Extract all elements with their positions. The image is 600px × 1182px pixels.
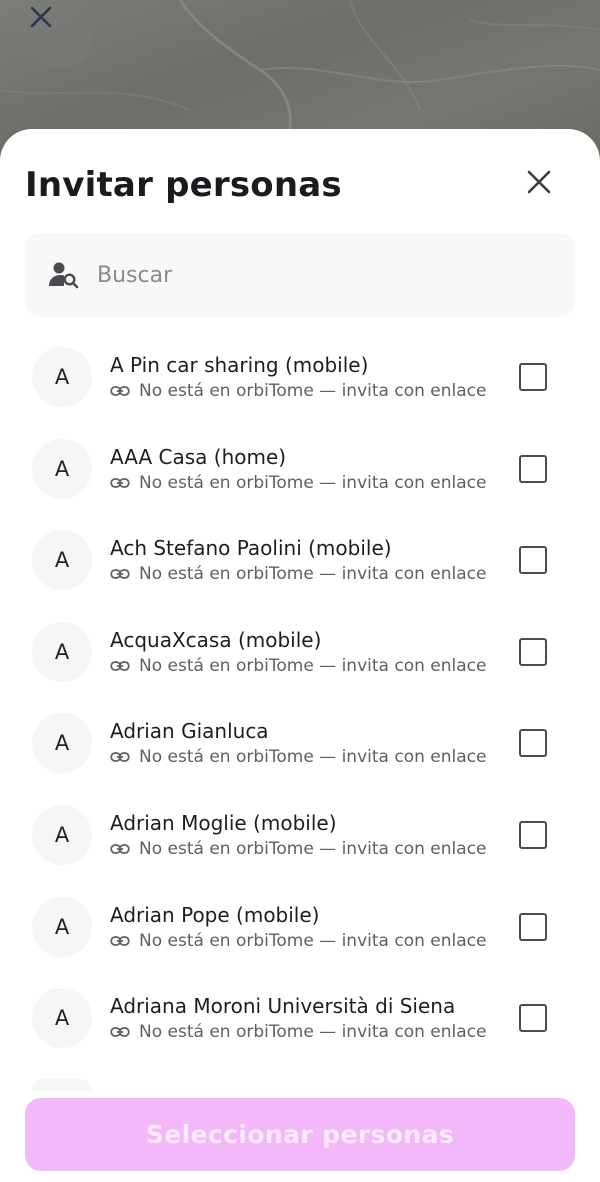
contact-name: Ach Stefano Paolini (mobile)	[110, 536, 392, 561]
link-icon	[110, 750, 130, 764]
select-people-button[interactable]: Seleccionar personas	[25, 1098, 575, 1171]
contact-row[interactable]: A Adrian Pope (mobile) No está en orbiTo…	[0, 879, 600, 971]
contact-checkbox[interactable]	[519, 729, 547, 758]
contact-status-text: No está en orbiTome — invita con enlace	[139, 838, 487, 859]
link-icon	[110, 476, 130, 490]
avatar: A	[32, 896, 92, 957]
avatar: A	[32, 530, 92, 591]
search-input[interactable]	[97, 262, 537, 288]
contact-list: A A Pin car sharing (mobile) No está en …	[0, 329, 600, 1062]
contact-status-text: No está en orbiTome — invita con enlace	[139, 930, 487, 951]
link-icon	[110, 659, 130, 673]
contact-name: Adriana Moroni Università di Siena	[110, 994, 456, 1019]
avatar: A	[32, 347, 92, 407]
contact-checkbox[interactable]	[519, 363, 547, 391]
contact-checkbox[interactable]	[519, 637, 547, 666]
map-close-button[interactable]	[30, 6, 92, 68]
link-icon	[110, 842, 130, 856]
contact-status-text: No está en orbiTome — invita con enlace	[139, 472, 487, 493]
contact-row[interactable]: A Adrian Moglie (mobile) No está en orbi…	[0, 787, 600, 879]
contact-row[interactable]: A AAA Casa (home) No está en orbiTome — …	[0, 421, 600, 513]
contact-checkbox[interactable]	[519, 546, 547, 575]
contact-row[interactable]: A Adrian Gianluca No está en orbiTome — …	[0, 695, 600, 787]
avatar	[32, 1079, 92, 1091]
contact-status-text: No está en orbiTome — invita con enlace	[139, 747, 487, 768]
link-icon	[110, 934, 130, 948]
avatar: A	[32, 438, 92, 499]
contact-status-text: No está en orbiTome — invita con enlace	[139, 381, 487, 401]
contact-status: No está en orbiTome — invita con enlace	[110, 1022, 486, 1042]
contact-status: No está en orbiTome — invita con enlace	[110, 564, 486, 584]
link-icon	[110, 384, 130, 398]
contact-status: No está en orbiTome — invita con enlace	[110, 931, 486, 951]
contact-name: AAA Casa (home)	[110, 444, 287, 469]
invite-sheet: Invitar personas A A Pin car sharing (mo…	[0, 129, 600, 1182]
contact-checkbox[interactable]	[519, 820, 547, 849]
sheet-title: Invitar personas	[25, 165, 342, 205]
avatar: A	[32, 621, 92, 682]
search-bar[interactable]	[25, 233, 575, 317]
contact-row[interactable]: A Adriana Moroni Università di Siena No …	[0, 970, 600, 1062]
contact-name: AcquaXcasa (mobile)	[110, 627, 322, 652]
contact-checkbox[interactable]	[519, 1004, 547, 1033]
avatar: A	[32, 988, 92, 1049]
person-search-icon	[25, 261, 97, 289]
contact-status: No está en orbiTome — invita con enlace	[110, 473, 486, 493]
contact-status: No está en orbiTome — invita con enlace	[110, 381, 486, 401]
contact-checkbox[interactable]	[519, 912, 547, 941]
contact-status: No está en orbiTome — invita con enlace	[110, 656, 486, 676]
contact-status-text: No está en orbiTome — invita con enlace	[139, 564, 487, 585]
avatar: A	[32, 713, 92, 774]
contact-name: Adrian Pope (mobile)	[110, 902, 320, 927]
contact-status: No está en orbiTome — invita con enlace	[110, 839, 486, 859]
contact-status: No está en orbiTome — invita con enlace	[110, 747, 486, 767]
avatar: A	[32, 804, 92, 865]
contact-status-text: No está en orbiTome — invita con enlace	[139, 1022, 487, 1043]
contact-status-text: No está en orbiTome — invita con enlace	[139, 655, 487, 676]
contact-row[interactable]: A A Pin car sharing (mobile) No está en …	[0, 329, 600, 421]
contact-row[interactable]: A AcquaXcasa (mobile) No está en orbiTom…	[0, 604, 600, 696]
close-icon	[527, 170, 551, 198]
link-icon	[110, 567, 130, 581]
contact-name: Adrian Gianluca	[110, 719, 269, 744]
contact-row[interactable]: A Ach Stefano Paolini (mobile) No está e…	[0, 512, 600, 604]
contact-name: A Pin car sharing (mobile)	[110, 353, 369, 377]
sheet-close-button[interactable]	[516, 161, 562, 207]
link-icon	[110, 1025, 130, 1039]
contact-checkbox[interactable]	[519, 454, 547, 483]
contact-name: Adrian Moglie (mobile)	[110, 810, 337, 835]
